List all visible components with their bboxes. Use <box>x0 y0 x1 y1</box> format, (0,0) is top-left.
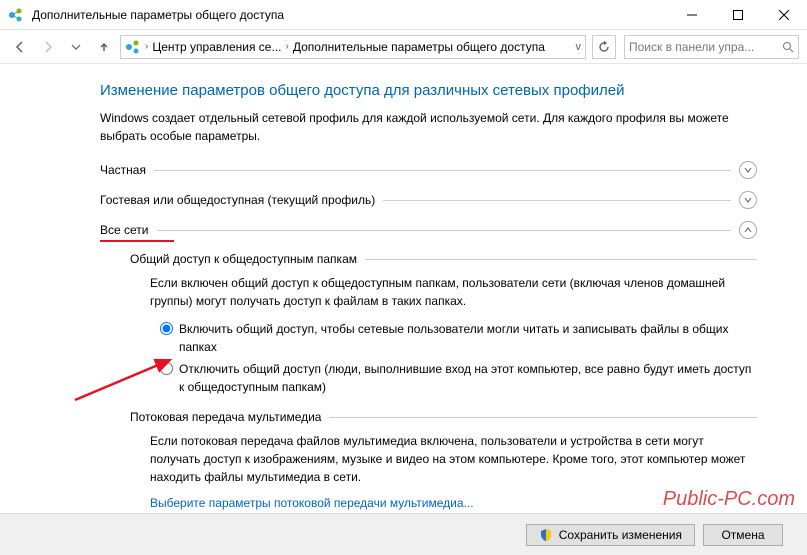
section-all-networks[interactable]: Все сети <box>100 221 757 239</box>
cancel-button-label: Отмена <box>721 528 764 542</box>
section-label: Гостевая или общедоступная (текущий проф… <box>100 193 375 207</box>
media-desc: Если потоковая передача файлов мультимед… <box>150 432 757 486</box>
back-button[interactable] <box>8 35 32 59</box>
location-icon <box>125 39 141 55</box>
divider <box>154 170 731 171</box>
radio-input[interactable] <box>160 362 173 375</box>
search-input[interactable]: Поиск в панели упра... <box>624 35 799 59</box>
group-label: Общий доступ к общедоступным папкам <box>130 252 357 266</box>
breadcrumb-level1[interactable]: Центр управления се... <box>152 40 281 54</box>
content-area: Изменение параметров общего доступа для … <box>0 64 807 513</box>
page-title: Изменение параметров общего доступа для … <box>100 82 757 99</box>
title-bar: Дополнительные параметры общего доступа <box>0 0 807 30</box>
page-subtitle: Windows создает отдельный сетевой профил… <box>100 109 757 145</box>
radio-input[interactable] <box>160 322 173 335</box>
app-icon <box>8 7 24 23</box>
address-bar[interactable]: › Центр управления се... › Дополнительны… <box>120 35 586 59</box>
radio-public-sharing-on[interactable]: Включить общий доступ, чтобы сетевые пол… <box>160 320 757 356</box>
watermark: Public-PC.com <box>663 488 795 511</box>
shield-icon <box>539 528 553 542</box>
group-media-streaming: Потоковая передача мультимедиа <box>130 410 757 424</box>
divider <box>157 230 732 231</box>
chevron-right-icon: › <box>285 41 288 52</box>
group-public-folders: Общий доступ к общедоступным папкам <box>130 252 757 266</box>
minimize-button[interactable] <box>669 0 715 30</box>
nav-bar: › Центр управления се... › Дополнительны… <box>0 30 807 64</box>
window-title: Дополнительные параметры общего доступа <box>32 8 669 22</box>
public-folders-desc: Если включен общий доступ к общедоступны… <box>150 274 757 310</box>
divider <box>383 200 731 201</box>
recent-locations-button[interactable] <box>64 35 88 59</box>
radio-label: Включить общий доступ, чтобы сетевые пол… <box>179 320 757 356</box>
section-private[interactable]: Частная <box>100 161 757 179</box>
search-icon <box>782 41 794 53</box>
save-button-label: Сохранить изменения <box>559 528 682 542</box>
maximize-button[interactable] <box>715 0 761 30</box>
section-guest[interactable]: Гостевая или общедоступная (текущий проф… <box>100 191 757 209</box>
save-button[interactable]: Сохранить изменения <box>526 524 695 546</box>
section-label: Частная <box>100 163 146 177</box>
breadcrumb-level2[interactable]: Дополнительные параметры общего доступа <box>293 40 545 54</box>
chevron-down-icon[interactable] <box>739 191 757 209</box>
section-label: Все сети <box>100 223 149 237</box>
refresh-button[interactable] <box>592 35 616 59</box>
forward-button[interactable] <box>36 35 60 59</box>
divider <box>329 417 757 418</box>
cancel-button[interactable]: Отмена <box>703 524 783 546</box>
footer-bar: Сохранить изменения Отмена <box>0 513 807 555</box>
radio-public-sharing-off[interactable]: Отключить общий доступ (люди, выполнивши… <box>160 360 757 396</box>
close-button[interactable] <box>761 0 807 30</box>
chevron-up-icon[interactable] <box>739 221 757 239</box>
chevron-down-icon[interactable] <box>739 161 757 179</box>
divider <box>365 259 757 260</box>
media-streaming-link[interactable]: Выберите параметры потоковой передачи му… <box>150 496 474 510</box>
up-button[interactable] <box>92 35 116 59</box>
annotation-underline <box>100 240 174 242</box>
chevron-down-icon[interactable]: v <box>576 41 582 53</box>
radio-label: Отключить общий доступ (люди, выполнивши… <box>179 360 757 396</box>
search-placeholder: Поиск в панели упра... <box>629 40 782 54</box>
chevron-right-icon: › <box>145 41 148 52</box>
group-label: Потоковая передача мультимедиа <box>130 410 321 424</box>
